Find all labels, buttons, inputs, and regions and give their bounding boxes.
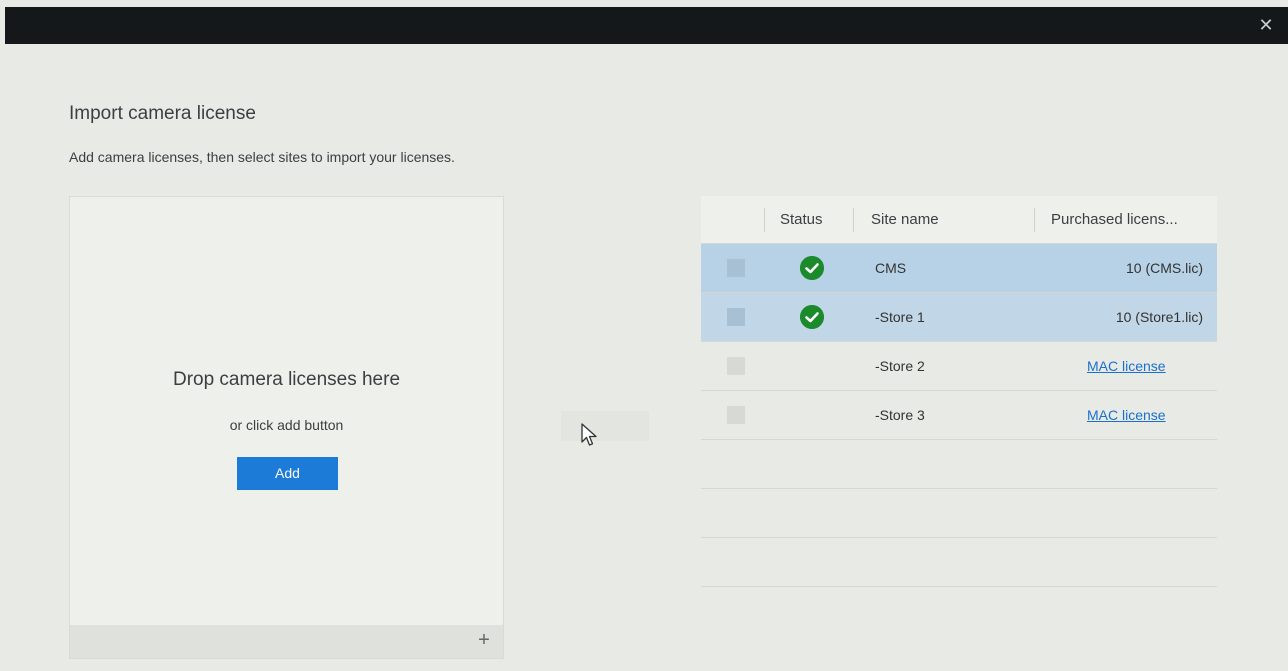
row-checkbox[interactable] [727, 406, 745, 424]
add-button[interactable]: Add [237, 457, 338, 490]
mouse-cursor-icon [581, 423, 597, 446]
import-license-dialog: Import camera license Add camera license… [5, 44, 1288, 671]
empty-row [701, 538, 1217, 587]
column-header-purchased-licenses[interactable]: Purchased licens... [1051, 196, 1178, 244]
status-ok-icon [800, 305, 824, 329]
column-separator [764, 208, 765, 232]
drop-zone-title: Drop camera licenses here [172, 369, 401, 390]
table-row[interactable]: -Store 1 10 (Store1.lic) [701, 293, 1217, 342]
transfer-area [561, 411, 649, 441]
column-separator [853, 208, 854, 232]
drop-zone-subtitle: or click add button [229, 417, 344, 433]
purchased-license: 10 (Store1.lic) [1115, 309, 1203, 325]
site-name: CMS [875, 260, 907, 276]
drop-zone-footer: + [70, 625, 503, 658]
table-row[interactable]: -Store 3 MAC license [701, 391, 1217, 440]
license-drop-zone[interactable]: Drop camera licenses here or click add b… [69, 196, 504, 659]
close-icon: ✕ [1258, 15, 1274, 35]
purchased-license: 10 (CMS.lic) [1125, 260, 1203, 276]
plus-icon[interactable]: + [473, 629, 495, 651]
empty-row [701, 489, 1217, 538]
table-header: Status Site name Purchased licens... [701, 196, 1217, 244]
site-name: -Store 2 [875, 358, 925, 374]
site-name: -Store 3 [875, 407, 925, 423]
table-row[interactable]: -Store 2 MAC license [701, 342, 1217, 391]
site-name: -Store 1 [875, 309, 925, 325]
mac-license-link[interactable]: MAC license [1087, 342, 1166, 390]
site-license-table: Status Site name Purchased licens... CMS… [701, 196, 1217, 587]
dialog-subtitle: Add camera licenses, then select sites t… [69, 149, 455, 165]
column-separator [1034, 208, 1035, 232]
status-ok-icon [800, 256, 824, 280]
column-header-status[interactable]: Status [780, 196, 823, 244]
empty-row [701, 440, 1217, 489]
row-checkbox[interactable] [727, 308, 745, 326]
dialog-title: Import camera license [69, 103, 256, 124]
table-row[interactable]: CMS 10 (CMS.lic) [701, 244, 1217, 293]
title-bar: ✕ [5, 7, 1288, 44]
row-checkbox[interactable] [727, 357, 745, 375]
row-checkbox[interactable] [727, 259, 745, 277]
close-button[interactable]: ✕ [1254, 13, 1278, 37]
mac-license-link[interactable]: MAC license [1087, 391, 1166, 439]
column-header-site-name[interactable]: Site name [871, 196, 939, 244]
